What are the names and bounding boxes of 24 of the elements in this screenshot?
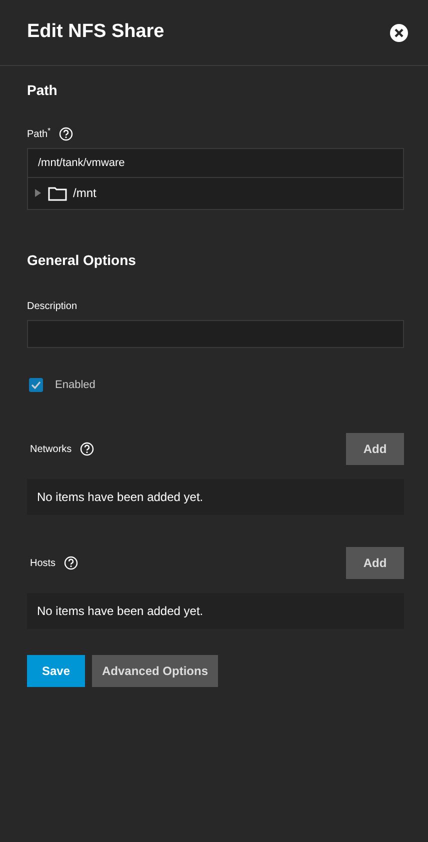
- close-icon[interactable]: [390, 24, 408, 42]
- section-heading: General Options: [27, 252, 137, 269]
- folder-icon: [48, 186, 67, 201]
- description-field[interactable]: [27, 320, 404, 348]
- help-icon[interactable]: [80, 442, 94, 456]
- add-button[interactable]: Add: [346, 433, 404, 466]
- field-label: Description: [27, 300, 78, 314]
- list-label: Hosts: [30, 556, 56, 571]
- empty-message: No items have been added yet.: [27, 479, 404, 516]
- checkbox-label[interactable]: Enabled: [55, 376, 96, 394]
- options-button[interactable]: Advanced Options: [92, 655, 218, 688]
- field-label: Path$^{*}$: [27, 126, 50, 142]
- dialog-title: Edit NFS Share: [27, 21, 164, 44]
- empty-message: No items have been added yet.: [27, 593, 404, 630]
- checkbox[interactable]: [29, 378, 43, 392]
- tree-item-label[interactable]: /mnt: [73, 184, 96, 202]
- section-heading: Path: [27, 82, 58, 99]
- caret-icon[interactable]: [34, 189, 42, 198]
- add-button[interactable]: Add: [346, 547, 404, 580]
- help-icon[interactable]: [64, 556, 78, 570]
- help-icon[interactable]: [58, 127, 72, 142]
- list-label: Networks: [30, 442, 72, 457]
- tree-row[interactable]: /mnt: [27, 178, 404, 210]
- path-field[interactable]: /mnt/tank/vmware: [27, 148, 404, 178]
